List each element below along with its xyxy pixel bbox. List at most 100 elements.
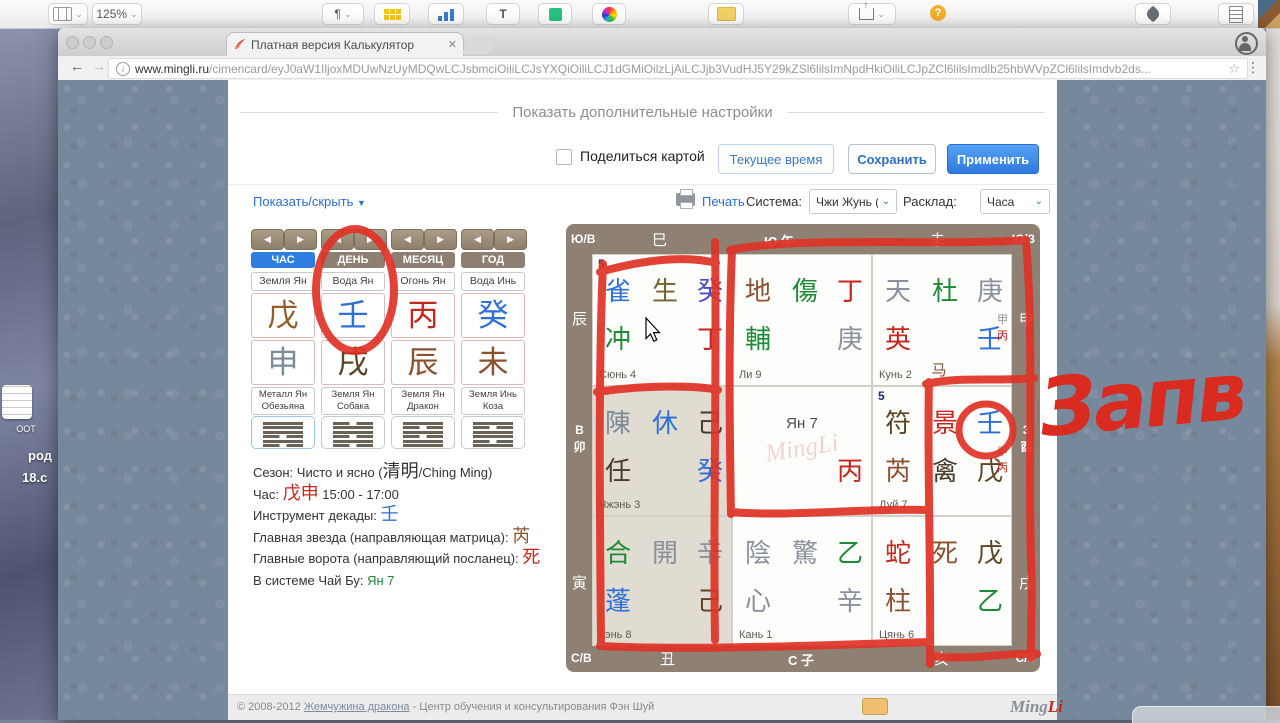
pillar-branch: 戌 xyxy=(321,340,385,385)
desktop-corner-photo xyxy=(1258,0,1280,28)
desktop-file-label: ООТ xyxy=(16,424,36,434)
back-button[interactable]: ← xyxy=(66,58,88,74)
pillar-hexagram-button[interactable] xyxy=(321,416,385,449)
share-button[interactable]: ↑ ⌄ xyxy=(848,0,896,25)
system-select[interactable]: Чжи Жунь (' ⌄ xyxy=(809,189,897,214)
save-button[interactable]: Сохранить xyxy=(848,144,936,174)
pillar-animal-label: Земля Ян Собака xyxy=(321,387,385,415)
system-label: Система: xyxy=(746,194,802,209)
insert-media-button[interactable] xyxy=(592,3,626,25)
footer-button[interactable] xyxy=(862,698,888,715)
next-arrow-button[interactable]: ▶ xyxy=(494,229,527,250)
browser-menu-icon[interactable]: ⋮ xyxy=(1246,59,1260,76)
desktop-label: 18.с xyxy=(22,470,48,485)
profile-icon[interactable] xyxy=(1235,32,1258,55)
pillar-column-час: ◀ ▶ ЧАС Земля Ян 戊申 Металл Ян Обезьяна xyxy=(251,229,317,449)
browser-tab[interactable]: Платная версия Калькулятор ✕ xyxy=(226,32,464,56)
prev-arrow-button[interactable]: ◀ xyxy=(461,229,494,250)
palace-name: Кань 1 xyxy=(739,629,773,641)
insert-chart-button[interactable] xyxy=(428,3,464,25)
settings-heading: Показать дополнительные настройки xyxy=(512,104,773,121)
pillar-stem: 癸 xyxy=(461,293,525,338)
next-arrow-button[interactable]: ▶ xyxy=(284,229,317,250)
palace-corner-number: 5 xyxy=(878,389,885,403)
hexagram-line xyxy=(403,426,443,429)
pillar-animal-label: Земля Инь Коза xyxy=(461,387,525,415)
palace-дуй-7: 5 符景壬芮禽戊甲丙 Дуй 7 xyxy=(872,386,1012,516)
desktop-file-icon[interactable] xyxy=(2,385,32,419)
next-arrow-button[interactable]: ▶ xyxy=(424,229,457,250)
spread-select[interactable]: Часа ⌄ xyxy=(980,189,1050,214)
color-wheel-icon xyxy=(601,6,617,22)
hexagram-line xyxy=(473,439,513,443)
palace-char: 休 xyxy=(651,408,678,438)
format-button[interactable] xyxy=(1135,3,1171,25)
hexagram-line xyxy=(333,439,373,443)
compass-label: 亥 xyxy=(934,651,950,668)
current-time-button[interactable]: Текущее время xyxy=(718,144,834,174)
close-window-button[interactable] xyxy=(66,36,79,49)
zoom-window-button[interactable] xyxy=(100,36,113,49)
forward-button[interactable]: → xyxy=(88,58,110,74)
pillar-branch: 辰 xyxy=(391,340,455,385)
insert-text-button[interactable]: T xyxy=(486,3,520,25)
hexagram-line xyxy=(333,435,373,438)
dock-hint[interactable] xyxy=(1132,706,1280,723)
zoom-level-button[interactable]: 125% ⌄ xyxy=(92,3,142,25)
printer-icon[interactable] xyxy=(676,189,695,209)
insert-table-button[interactable] xyxy=(374,3,410,25)
palace-corner-number: 5 xyxy=(598,257,605,271)
zoom-level-value: 125% xyxy=(96,7,128,21)
page-info-icon[interactable]: i xyxy=(116,62,130,76)
page-content: Показать дополнительные настройки Подели… xyxy=(228,80,1063,720)
table-icon xyxy=(383,7,401,21)
palace-char: 己 xyxy=(696,586,723,616)
next-arrow-button[interactable]: ▶ xyxy=(354,229,387,250)
new-tab-button[interactable] xyxy=(461,36,499,54)
paragraph-style-button[interactable]: ¶ ⌄ xyxy=(322,3,364,25)
print-link[interactable]: Печать xyxy=(702,194,745,209)
palace-char: 驚 xyxy=(791,538,818,568)
pillar-animal-label: Земля Ян Дракон xyxy=(391,387,455,415)
document-setup-button[interactable] xyxy=(1218,3,1254,25)
pillar-hexagram-button[interactable] xyxy=(461,416,525,449)
prev-arrow-button[interactable]: ◀ xyxy=(391,229,424,250)
text-tool-icon: T xyxy=(499,7,507,21)
show-hide-link[interactable]: Показать/скрыть ▼ xyxy=(253,194,366,209)
pillar-header: ДЕНЬ xyxy=(321,252,385,268)
hexagram-line xyxy=(473,426,513,429)
palace-char: 庚 xyxy=(836,324,863,354)
pillar-hexagram-button[interactable] xyxy=(391,416,455,449)
compass-label: 申 xyxy=(1018,311,1034,328)
insert-shape-button[interactable] xyxy=(538,3,572,25)
share-map-checkbox[interactable] xyxy=(556,149,572,165)
palace-char: 英 xyxy=(884,324,911,354)
palace-char: 芮 xyxy=(884,456,911,486)
prev-arrow-button[interactable]: ◀ xyxy=(251,229,284,250)
background-app-toolbar: ⌄ 125% ⌄ ¶ ⌄ T ↑ ⌄ ? xyxy=(0,0,1280,29)
palace-char: 癸 xyxy=(696,456,723,486)
tab-close-icon[interactable]: ✕ xyxy=(448,38,457,51)
address-bar[interactable]: i www.mingli.ru/cimencard/eyJ0aW1IljoxMD… xyxy=(108,58,1248,79)
prev-arrow-button[interactable]: ◀ xyxy=(321,229,354,250)
minimize-window-button[interactable] xyxy=(83,36,96,49)
compass-label: 未 xyxy=(930,232,946,249)
comment-button[interactable] xyxy=(708,3,744,25)
compass-label: З酉 xyxy=(1020,423,1033,454)
comment-icon xyxy=(716,7,736,21)
footer-link[interactable]: Жемчужина дракона xyxy=(304,701,410,713)
palace-char: 天 xyxy=(884,276,911,306)
window-zoom-button[interactable]: ⌄ xyxy=(48,3,88,25)
pillar-hexagram-button[interactable] xyxy=(251,416,315,449)
palace-char: 禽 xyxy=(931,456,958,486)
palace-char: 壬 xyxy=(976,408,1003,438)
bookmark-star-icon[interactable]: ☆ xyxy=(1228,61,1240,77)
pillar-element-label: Вода Инь xyxy=(461,272,525,291)
help-button[interactable]: ? xyxy=(918,3,958,23)
compass-label: 辰 xyxy=(572,311,588,328)
palace-char: 地 xyxy=(744,276,771,306)
desktop-wallpaper-right xyxy=(1266,28,1280,720)
apply-button[interactable]: Применить xyxy=(947,144,1039,174)
palace-small-char: 甲 xyxy=(997,446,1008,458)
palace-ли-9: 地傷丁輔 庚 Ли 9 xyxy=(732,254,872,386)
